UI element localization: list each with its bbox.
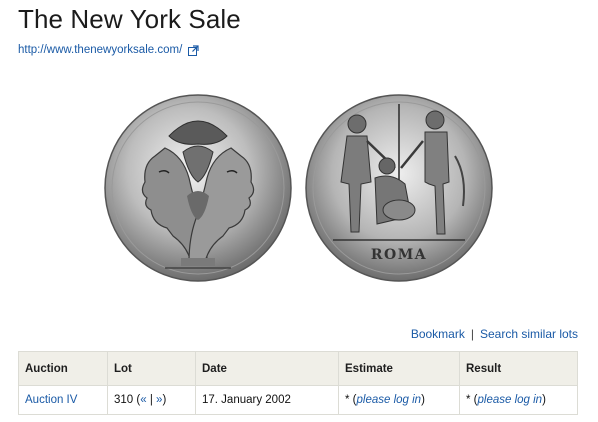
- lot-cell: 310 (« | »): [107, 385, 196, 415]
- result-suffix: ): [542, 394, 546, 406]
- table-row: Auction IV 310 (« | ») 17. January 2002 …: [18, 385, 578, 415]
- col-result-header: Result: [459, 351, 578, 386]
- bookmark-link[interactable]: Bookmark: [411, 327, 465, 341]
- date-cell: 17. January 2002: [195, 385, 339, 415]
- col-auction-header: Auction: [18, 351, 108, 386]
- estimate-login-link[interactable]: please log in: [357, 394, 422, 406]
- lots-table: Auction Lot Date Estimate Result Auction…: [18, 351, 578, 415]
- col-lot-header: Lot: [107, 351, 196, 386]
- result-prefix: * (: [466, 394, 478, 406]
- lot-nav-separator: |: [149, 394, 153, 406]
- result-cell: * (please log in): [459, 385, 578, 415]
- estimate-cell: * (please log in): [338, 385, 460, 415]
- external-link-icon: [188, 44, 199, 56]
- lot-paren-close: ): [162, 394, 167, 406]
- estimate-suffix: ): [421, 394, 425, 406]
- obverse-janus-icon: [104, 94, 292, 282]
- page-title: The New York Sale: [18, 4, 241, 34]
- coin-legend: ROMA: [371, 247, 427, 263]
- site-url-link[interactable]: http://www.thenewyorksale.com/: [18, 44, 199, 56]
- col-estimate-header: Estimate: [338, 351, 460, 386]
- search-similar-lots-link[interactable]: Search similar lots: [480, 327, 578, 341]
- lot-number: 310: [114, 394, 134, 406]
- auction-cell: Auction IV: [18, 385, 108, 415]
- result-login-link[interactable]: please log in: [478, 394, 543, 406]
- table-header-row: Auction Lot Date Estimate Result: [18, 351, 578, 386]
- col-date-header: Date: [195, 351, 339, 386]
- estimate-prefix: * (: [345, 394, 357, 406]
- reverse-oath-scene-icon: ROMA: [305, 94, 493, 282]
- site-url-text: http://www.thenewyorksale.com/: [18, 44, 183, 56]
- coin-image: ROMA: [95, 86, 505, 296]
- actions-separator: |: [470, 327, 474, 341]
- lot-actions: Bookmark | Search similar lots: [411, 327, 578, 341]
- auction-link[interactable]: Auction IV: [25, 394, 77, 406]
- prev-lot-link[interactable]: «: [140, 394, 146, 406]
